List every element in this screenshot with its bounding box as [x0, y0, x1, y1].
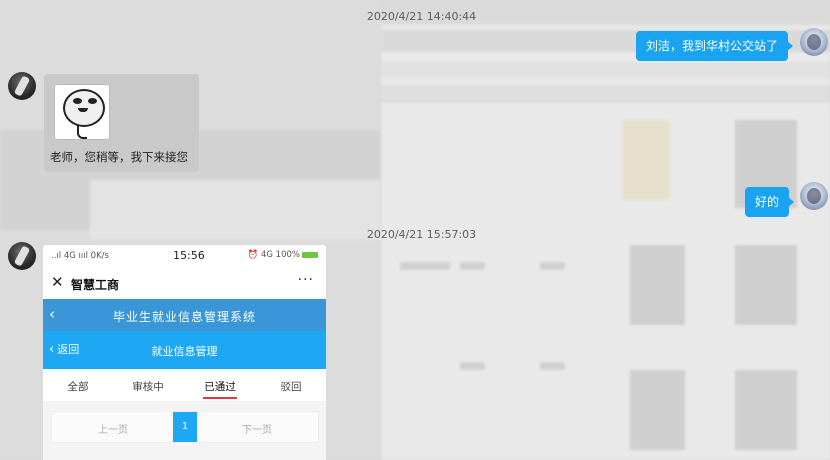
contact-avatar[interactable] — [8, 242, 36, 270]
next-page-button: 下一页 — [242, 425, 272, 436]
tab-rejected: 驳回 — [280, 381, 302, 393]
message-bubble-incoming[interactable]: 老师，您稍等，我下来接您 — [44, 74, 199, 172]
status-tabs: 全部 审核中 已通过 驳回 — [43, 369, 326, 401]
more-icon: ··· — [297, 272, 314, 288]
sticker-caption: 老师，您稍等，我下来接您 — [50, 150, 188, 164]
contact-avatar[interactable] — [8, 72, 36, 100]
timestamp: 2020/4/21 14:40:44 — [366, 10, 477, 23]
prev-page-button: 上一页 — [98, 425, 128, 436]
my-avatar[interactable] — [800, 182, 828, 210]
app-name: 智慧工商 — [71, 278, 120, 292]
app-title-bar: ✕ 智慧工商 ··· — [43, 267, 326, 299]
my-avatar[interactable] — [800, 28, 828, 56]
tab-reviewing: 审核中 — [132, 381, 164, 393]
system-title: 毕业生就业信息管理系统 — [112, 310, 256, 324]
current-page: 1 — [173, 412, 197, 442]
message-bubble-outgoing[interactable]: 好的 — [745, 187, 795, 217]
timestamp: 2020/4/21 15:57:03 — [366, 228, 477, 241]
phone-time: 15:56 — [173, 249, 205, 262]
panda-sticker-image[interactable] — [54, 84, 110, 140]
message-bubble-outgoing[interactable]: 刘洁，我到华村公交站了 — [636, 31, 794, 61]
phone-status-bar: ..ıl 4G ıııl 0K/s 15:56 ⏰ 4G 100% — [43, 245, 326, 267]
close-icon: ✕ — [51, 273, 64, 291]
phone-screenshot-image[interactable]: ..ıl 4G ıııl 0K/s 15:56 ⏰ 4G 100% ✕ 智慧工商… — [43, 245, 326, 460]
tab-all: 全部 — [67, 381, 89, 393]
battery-icon — [302, 251, 318, 258]
signal-status: ..ıl 4G ıııl 0K/s — [51, 251, 109, 261]
pagination: 上一页 1 下一页 — [51, 411, 319, 443]
page-nav-bar: ‹ 返回 就业信息管理 — [43, 331, 326, 369]
page-title: 就业信息管理 — [151, 345, 218, 358]
tab-approved: 已通过 — [204, 381, 236, 393]
system-title-bar: ‹ 毕业生就业信息管理系统 — [43, 299, 326, 331]
battery-status: ⏰ 4G 100% — [248, 250, 318, 260]
active-tab-indicator — [203, 397, 237, 399]
